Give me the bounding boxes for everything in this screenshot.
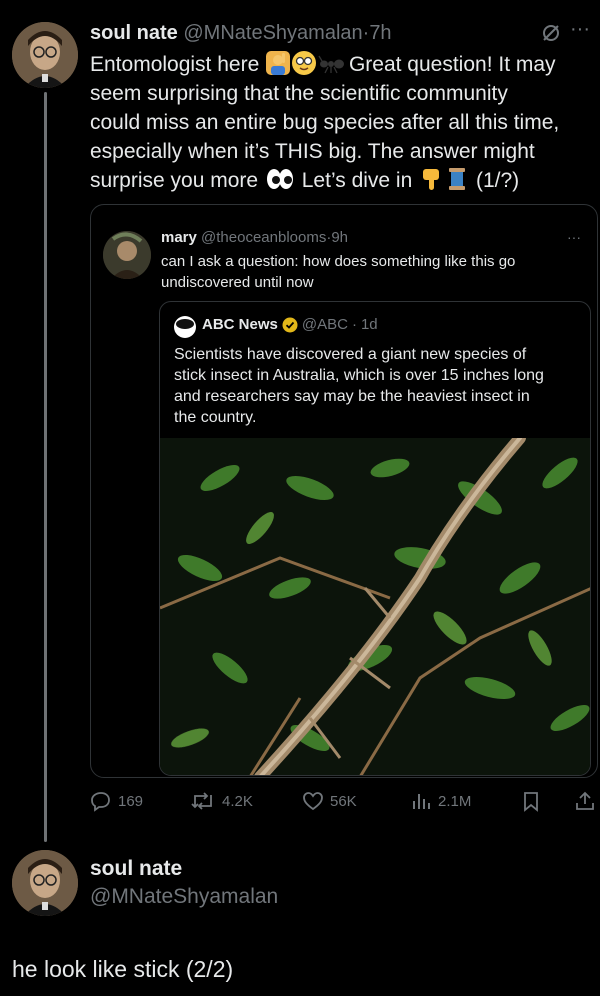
tweet-text-line: especially when it’s THIS big. The answe…: [90, 140, 535, 163]
tweet-text: Entomologist here Great question! It may…: [90, 50, 600, 195]
display-name[interactable]: soul nate: [90, 22, 178, 44]
action-bar: 169 4.2K 56K 2.1M: [90, 790, 600, 816]
inner-text-line: stick insect in Australia, which is over…: [174, 367, 544, 384]
timestamp[interactable]: 9h: [331, 229, 348, 246]
display-name[interactable]: ABC News: [202, 316, 278, 333]
avatar[interactable]: [12, 22, 78, 88]
tweet-text-segment: (1/?): [475, 169, 520, 192]
repost-button[interactable]: 4.2K: [190, 790, 253, 812]
repost-icon: [191, 792, 212, 810]
views-count: 2.1M: [438, 792, 472, 810]
nerd-face-emoji: [292, 51, 317, 75]
tweet-text-segment: Let’s dive in: [301, 169, 413, 192]
inner-quoted-text: Scientists have discovered a giant new s…: [174, 344, 544, 428]
quoted-tweet-header: mary @theoceanblooms·9h: [161, 229, 348, 246]
repost-count: 4.2K: [222, 792, 253, 810]
ant-emoji: [318, 51, 345, 75]
like-button[interactable]: 56K: [302, 790, 357, 812]
share-icon[interactable]: [574, 790, 596, 817]
inner-quoted-header: ABC News @ABC · 1d: [202, 316, 378, 333]
timestamp[interactable]: 1d: [361, 316, 378, 333]
grok-icon[interactable]: [540, 22, 562, 49]
more-options-icon[interactable]: ···: [570, 18, 590, 41]
quoted-text-line: undiscovered until now: [161, 274, 314, 291]
tweet-text-line: seem surprising that the scientific comm…: [90, 82, 508, 105]
display-name[interactable]: soul nate: [90, 857, 182, 881]
inner-text-line: the country.: [174, 409, 257, 426]
avatar[interactable]: [12, 850, 78, 916]
reply-icon: [91, 792, 110, 812]
bookmark-icon[interactable]: [520, 790, 542, 817]
timestamp[interactable]: 7h: [369, 22, 391, 44]
reply-button[interactable]: 169: [90, 790, 143, 812]
man-raising-hand-emoji: [266, 51, 291, 75]
eyes-emoji: [265, 167, 295, 191]
more-options-icon[interactable]: ···: [567, 229, 581, 245]
tweet-text-line: could miss an entire bug species after a…: [90, 111, 560, 134]
stick-insect-photo[interactable]: [160, 432, 590, 775]
like-count: 56K: [330, 792, 357, 810]
handle[interactable]: @MNateShyamalan: [90, 885, 278, 909]
quoted-text-line: can I ask a question: how does something…: [161, 253, 516, 270]
verified-badge-icon: [282, 317, 298, 333]
thread-spool-emoji: [445, 167, 469, 191]
views-button[interactable]: 2.1M: [410, 790, 471, 812]
views-icon: [413, 794, 430, 809]
tweet-header: soul nate @MNateShyamalan·7h: [90, 20, 392, 46]
quoted-tweet-text: can I ask a question: how does something…: [161, 251, 515, 293]
inner-text-line: and researchers say may be the heaviest …: [174, 388, 530, 405]
display-name[interactable]: mary: [161, 229, 197, 246]
handle[interactable]: @MNateShyamalan: [183, 22, 362, 44]
abc-news-logo[interactable]: [174, 316, 196, 338]
separator-dot: ·: [351, 316, 357, 333]
pointing-down-emoji: [419, 167, 443, 191]
reply-count: 169: [118, 792, 144, 810]
quoted-avatar[interactable]: [103, 231, 151, 279]
inner-text-line: Scientists have discovered a giant new s…: [174, 346, 527, 363]
tweet-text-segment: Great question! It may: [348, 53, 556, 76]
tweet-text-segment: surprise you more: [90, 169, 259, 192]
heart-icon: [303, 792, 323, 811]
tweet-text-segment: Entomologist here: [90, 53, 260, 76]
tweet-text: he look like stick (2/2): [12, 956, 234, 982]
thread-connector-line: [44, 92, 47, 842]
inner-quoted-tweet-card[interactable]: ABC News @ABC · 1d Scientists have discove…: [159, 301, 591, 776]
quoted-tweet-card[interactable]: mary @theoceanblooms·9h ··· can I ask a …: [90, 204, 598, 778]
handle[interactable]: @ABC: [302, 316, 348, 333]
handle[interactable]: @theoceanblooms: [201, 229, 326, 246]
